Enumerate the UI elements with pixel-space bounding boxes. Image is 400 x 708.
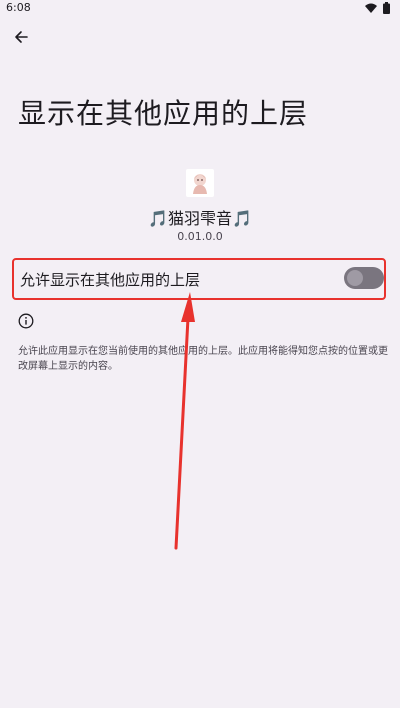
overlay-permission-toggle-row[interactable]: 允许显示在其他应用的上层 (12, 258, 386, 300)
overlay-permission-switch[interactable] (344, 267, 384, 289)
status-icons (365, 2, 390, 14)
page-title: 显示在其他应用的上层 (18, 97, 309, 130)
back-button[interactable] (8, 24, 34, 50)
permission-description: 允许此应用显示在您当前使用的其他应用的上层。此应用将能得知您点按的位置或更改屏幕… (18, 346, 388, 372)
toggle-label: 允许显示在其他应用的上层 (20, 271, 201, 289)
app-version: 0.01.0.0 (177, 230, 223, 243)
status-time: 6:08 (6, 1, 31, 14)
info-icon (18, 313, 34, 329)
battery-icon (383, 2, 390, 14)
wifi-icon (365, 3, 377, 13)
app-name: 🎵猫羽雫音🎵 (148, 209, 252, 228)
app-icon (186, 169, 214, 197)
switch-thumb (347, 270, 363, 286)
arrow-back-icon (15, 31, 28, 43)
status-bar: 6:08 (0, 0, 400, 16)
app-icon-image (193, 174, 207, 194)
